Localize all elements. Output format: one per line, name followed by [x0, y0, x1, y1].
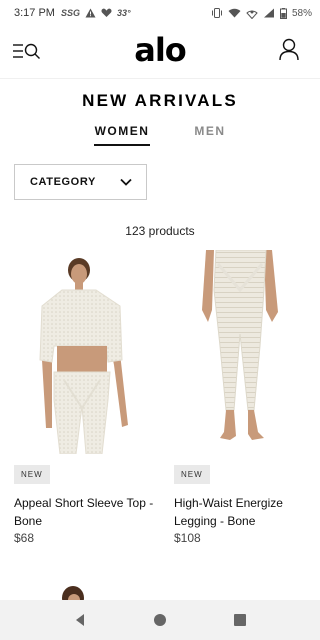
product-image-top[interactable] [14, 250, 154, 455]
home-icon [154, 614, 166, 626]
status-time: 3:17 PM [14, 7, 55, 19]
system-nav-bar [0, 600, 320, 640]
chevron-down-icon [120, 178, 132, 186]
header-divider [0, 78, 320, 79]
status-bar: 3:17 PM SSG 33° 58% [0, 0, 320, 26]
category-label: CATEGORY [30, 176, 96, 188]
tab-women[interactable]: WOMEN [94, 124, 150, 146]
product-price: $68 [14, 531, 35, 545]
vibrate-icon [211, 8, 222, 18]
new-badge: NEW [14, 465, 50, 484]
menu-search-icon[interactable] [12, 40, 42, 62]
tab-men[interactable]: MEN [193, 124, 227, 138]
gender-tabs: WOMEN MEN [0, 124, 320, 148]
home-button[interactable] [151, 611, 169, 629]
heart-check-icon [101, 8, 112, 17]
product-price: $108 [174, 531, 201, 545]
recents-button[interactable] [231, 611, 249, 629]
header: alo [0, 26, 320, 78]
account-icon[interactable] [276, 36, 302, 62]
signal-icon [263, 8, 274, 18]
product-card[interactable]: NEW Appeal Short Sleeve Top - Bone $68 [14, 250, 154, 545]
back-button[interactable] [71, 611, 89, 629]
back-icon [76, 614, 84, 626]
category-dropdown[interactable]: CATEGORY [14, 164, 147, 200]
temperature-text: 33° [116, 8, 131, 18]
wifi-calling-icon [246, 10, 258, 19]
new-badge: NEW [174, 465, 210, 484]
product-card[interactable]: NEW High-Waist Energize Legging - Bone $… [174, 249, 314, 545]
alert-icon [85, 8, 96, 18]
wifi-icon [228, 8, 241, 18]
battery-percent: 58% [291, 7, 312, 19]
recents-icon [234, 614, 246, 626]
product-image-legging[interactable] [174, 249, 314, 454]
product-name[interactable]: High-Waist Energize Legging - Bone [174, 494, 314, 530]
ssg-icon: SSG [60, 8, 80, 18]
product-name[interactable]: Appeal Short Sleeve Top - Bone [14, 494, 154, 530]
page-title: NEW ARRIVALS [82, 91, 238, 110]
alo-logo[interactable]: alo [133, 30, 187, 70]
battery-icon [279, 7, 287, 19]
product-count: 123 products [125, 224, 195, 238]
